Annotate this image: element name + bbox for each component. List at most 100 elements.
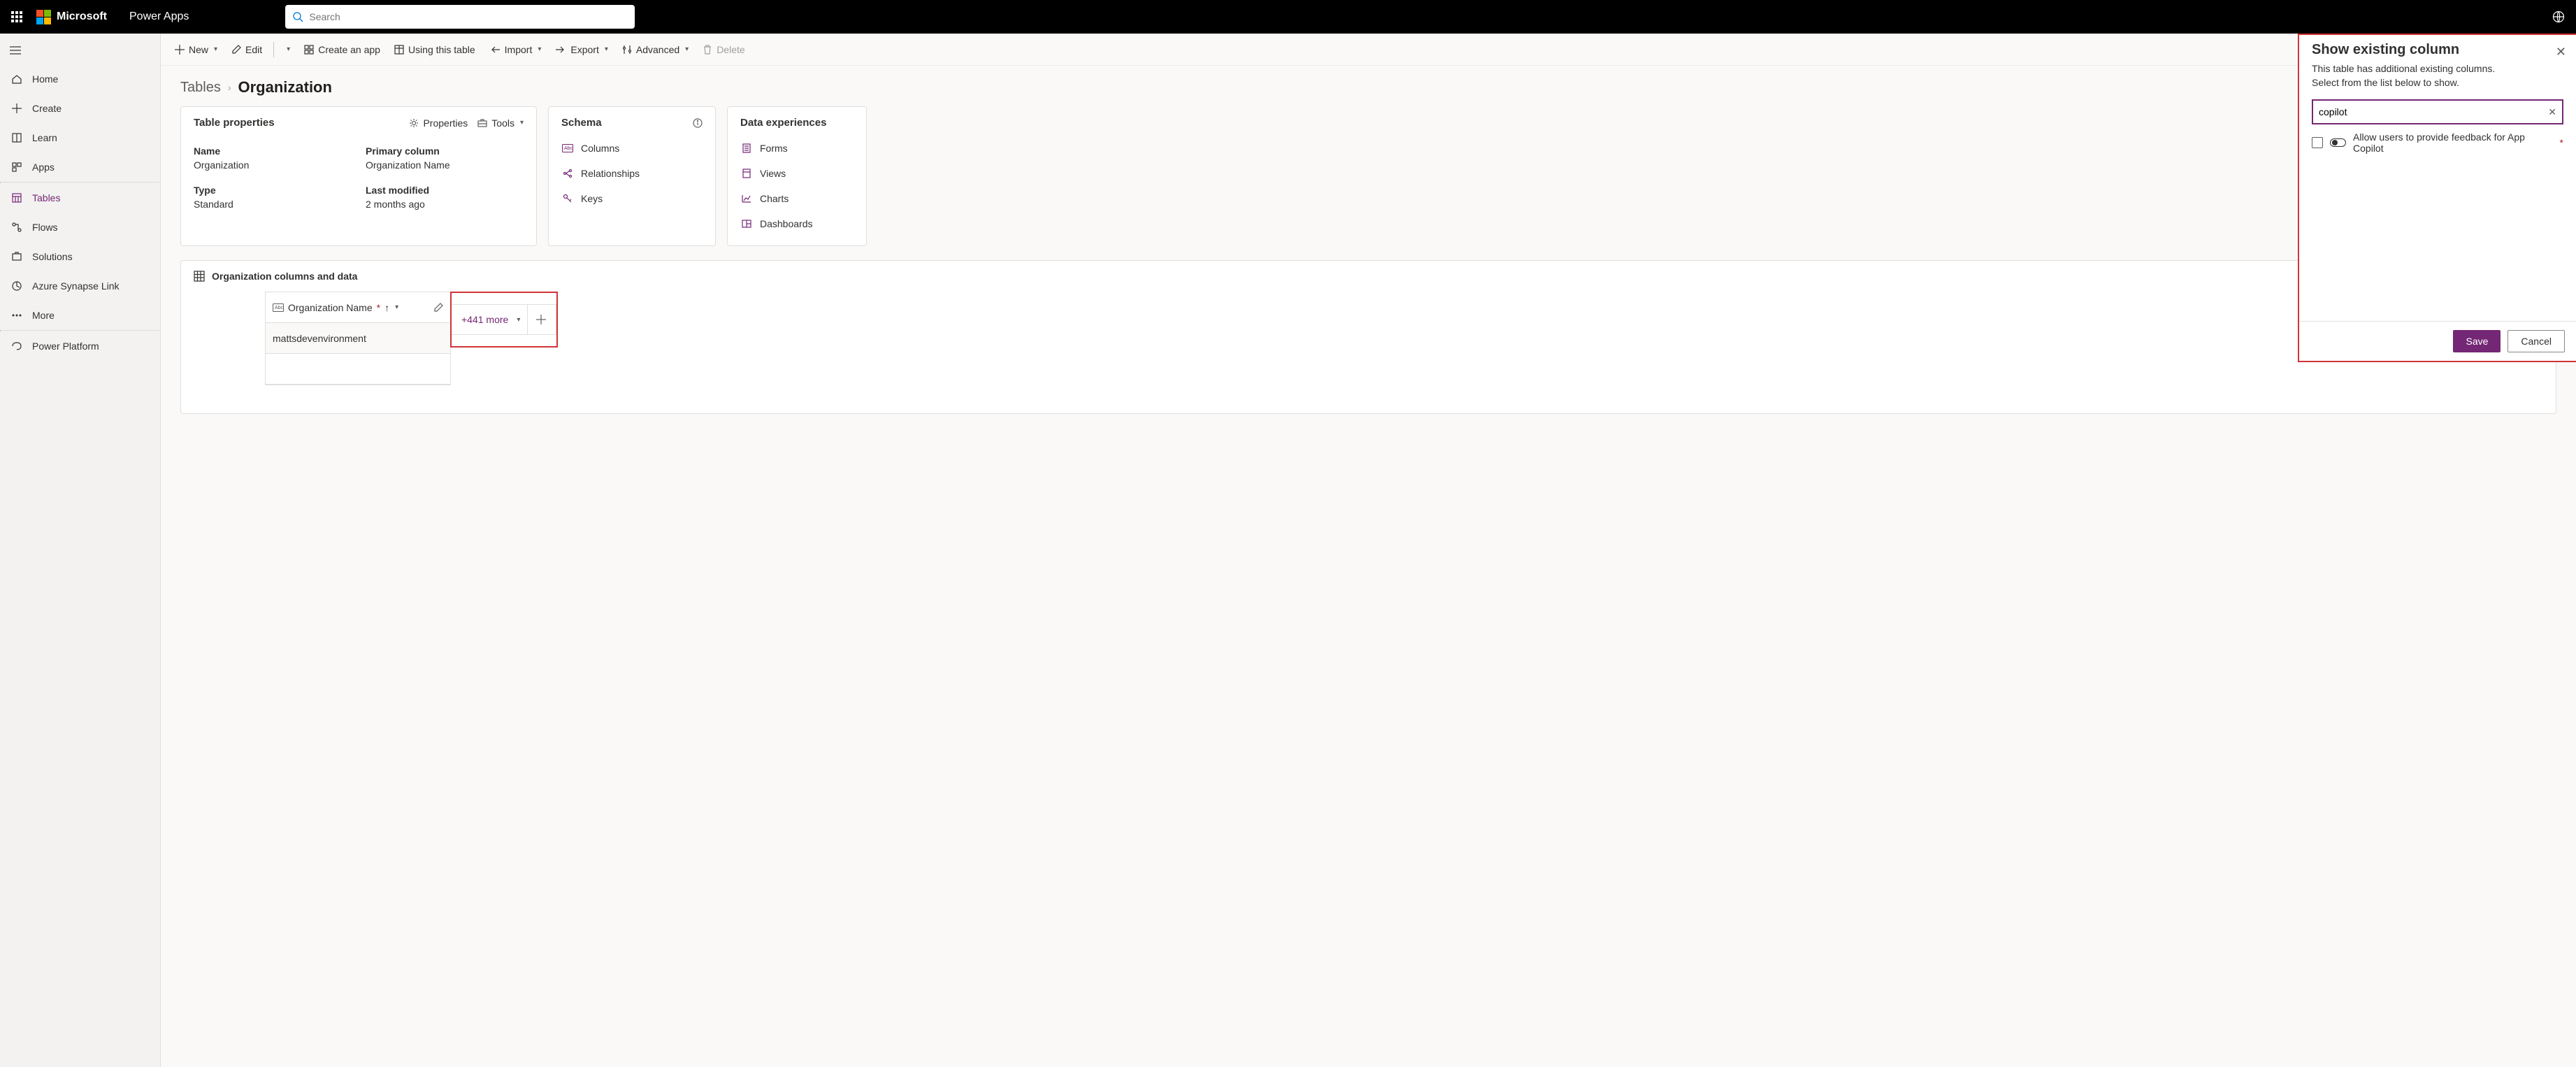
- more-link[interactable]: +441 more: [461, 314, 508, 325]
- text-icon: Abc: [561, 144, 574, 152]
- dx-forms[interactable]: Forms: [740, 138, 854, 158]
- nav-label: Home: [32, 73, 58, 85]
- sidebar-item-flows[interactable]: Flows: [0, 213, 160, 242]
- more-columns: +441 more ▾: [452, 304, 556, 335]
- panel-close-button[interactable]: ✕: [2556, 45, 2566, 59]
- prop-name-key: Name: [194, 138, 352, 157]
- dx-dashboards[interactable]: Dashboards: [740, 214, 854, 234]
- section-head: Organization columns and data: [181, 261, 2556, 292]
- advanced-icon: [622, 45, 632, 55]
- schema-relationships[interactable]: Relationships: [561, 164, 703, 183]
- book-icon: [10, 133, 24, 143]
- dx-views[interactable]: Views: [740, 164, 854, 183]
- content: Tables › Organization Table properties P…: [161, 66, 2576, 1067]
- panel-subtitle: This table has additional existing colum…: [2312, 62, 2563, 89]
- global-header: Microsoft Power Apps: [0, 0, 2576, 34]
- column-header[interactable]: Abc Organization Name * ↑ ▾: [266, 292, 450, 323]
- text-type-icon: Abc: [273, 303, 284, 312]
- sidebar-item-apps[interactable]: Apps: [0, 152, 160, 182]
- tools-button[interactable]: Tools ▾: [477, 117, 524, 129]
- cmd-new[interactable]: New ▾: [169, 40, 223, 59]
- sidebar-item-solutions[interactable]: Solutions: [0, 242, 160, 271]
- schema-list: AbcColumns Relationships Keys: [561, 138, 703, 208]
- info-icon[interactable]: [693, 118, 703, 128]
- add-column-button[interactable]: [527, 305, 546, 334]
- app-shell: Home Create Learn Apps Tables Flows Solu…: [0, 34, 2576, 1067]
- prop-type-val: Standard: [194, 199, 352, 214]
- panel-title: Show existing column: [2312, 42, 2563, 58]
- section-title: Organization columns and data: [212, 271, 357, 282]
- app-launcher[interactable]: [6, 6, 28, 28]
- synapse-icon: [10, 281, 24, 291]
- checkbox[interactable]: [2312, 137, 2323, 148]
- search-box[interactable]: [285, 5, 635, 29]
- panel-footer: Save Cancel: [2299, 321, 2576, 361]
- more-columns-callout: +441 more ▾: [450, 292, 558, 348]
- cmd-delete[interactable]: Delete: [697, 40, 750, 59]
- panel-search-field[interactable]: [2319, 106, 2544, 117]
- breadcrumb-separator: ›: [228, 82, 231, 93]
- save-button[interactable]: Save: [2453, 330, 2501, 352]
- card-head: Schema: [561, 117, 703, 129]
- sidebar-item-tables[interactable]: Tables: [0, 183, 160, 213]
- sidebar-item-create[interactable]: Create: [0, 94, 160, 123]
- clear-search-icon[interactable]: ✕: [2548, 106, 2556, 118]
- properties-button[interactable]: Properties: [409, 117, 468, 129]
- plus-icon: [10, 103, 24, 113]
- sidebar-item-home[interactable]: Home: [0, 64, 160, 94]
- cmd-export[interactable]: Export ▾: [549, 40, 614, 59]
- sort-asc-icon: ↑: [384, 302, 389, 313]
- flow-icon: [10, 222, 24, 232]
- cmd-advanced[interactable]: Advanced ▾: [617, 40, 694, 59]
- chevron-down-icon: ▾: [287, 45, 290, 53]
- globe-icon[interactable]: [2552, 10, 2565, 23]
- data-row-empty[interactable]: [266, 354, 450, 385]
- cancel-button[interactable]: Cancel: [2507, 330, 2565, 352]
- export-icon: [555, 45, 566, 54]
- edit-icon[interactable]: [433, 303, 443, 313]
- schema-keys[interactable]: Keys: [561, 189, 703, 208]
- sidebar-item-learn[interactable]: Learn: [0, 123, 160, 152]
- cmd-create-app[interactable]: Create an app: [298, 40, 386, 59]
- breadcrumb-root[interactable]: Tables: [180, 80, 221, 96]
- cmd-label: Create an app: [318, 44, 380, 55]
- column-result-row[interactable]: Allow users to provide feedback for App …: [2312, 131, 2563, 154]
- panel-search-input[interactable]: ✕: [2312, 99, 2563, 124]
- toolbox-icon: [477, 118, 487, 128]
- header-right: [2552, 10, 2570, 23]
- cmd-label: Import: [505, 44, 533, 55]
- table-icon: [194, 271, 205, 282]
- solutions-icon: [10, 252, 24, 262]
- chevron-down-icon: ▾: [538, 45, 541, 53]
- data-row[interactable]: mattsdevenvironment: [266, 323, 450, 354]
- command-bar: New ▾ Edit ▾ Create an app Using this ta…: [161, 34, 2576, 66]
- cmd-import[interactable]: Import ▾: [484, 40, 547, 59]
- nav-label: Flows: [32, 222, 58, 233]
- schema-columns[interactable]: AbcColumns: [561, 138, 703, 158]
- prop-type-key: Type: [194, 178, 352, 196]
- search-input[interactable]: [309, 11, 628, 22]
- cmd-edit[interactable]: Edit: [226, 40, 268, 59]
- nav-label: More: [32, 310, 55, 321]
- cmd-label: Export: [570, 44, 598, 55]
- summary-cards: Table properties Properties Tools ▾: [180, 106, 2556, 246]
- more-icon: [10, 314, 24, 317]
- cmd-label: Delete: [717, 44, 744, 55]
- dx-charts[interactable]: Charts: [740, 189, 854, 208]
- apps-icon: [10, 162, 24, 172]
- sidebar-item-more[interactable]: More: [0, 301, 160, 330]
- form-icon: [740, 143, 753, 153]
- column-name: Organization Name: [288, 302, 373, 313]
- hamburger-menu[interactable]: [0, 36, 160, 64]
- breadcrumb: Tables › Organization: [180, 78, 2556, 96]
- prop-modified-val: 2 months ago: [366, 199, 524, 214]
- chevron-down-icon[interactable]: ▾: [517, 316, 520, 324]
- sidebar-item-power-platform[interactable]: Power Platform: [0, 331, 160, 361]
- card-schema: Schema AbcColumns Relationships Keys: [548, 106, 716, 246]
- cmd-edit-dropdown[interactable]: ▾: [280, 41, 296, 57]
- nav-label: Create: [32, 103, 62, 114]
- chevron-down-icon: ▾: [395, 303, 398, 311]
- view-icon: [740, 169, 753, 178]
- cmd-using-table[interactable]: Using this table: [389, 40, 481, 59]
- sidebar-item-synapse[interactable]: Azure Synapse Link: [0, 271, 160, 301]
